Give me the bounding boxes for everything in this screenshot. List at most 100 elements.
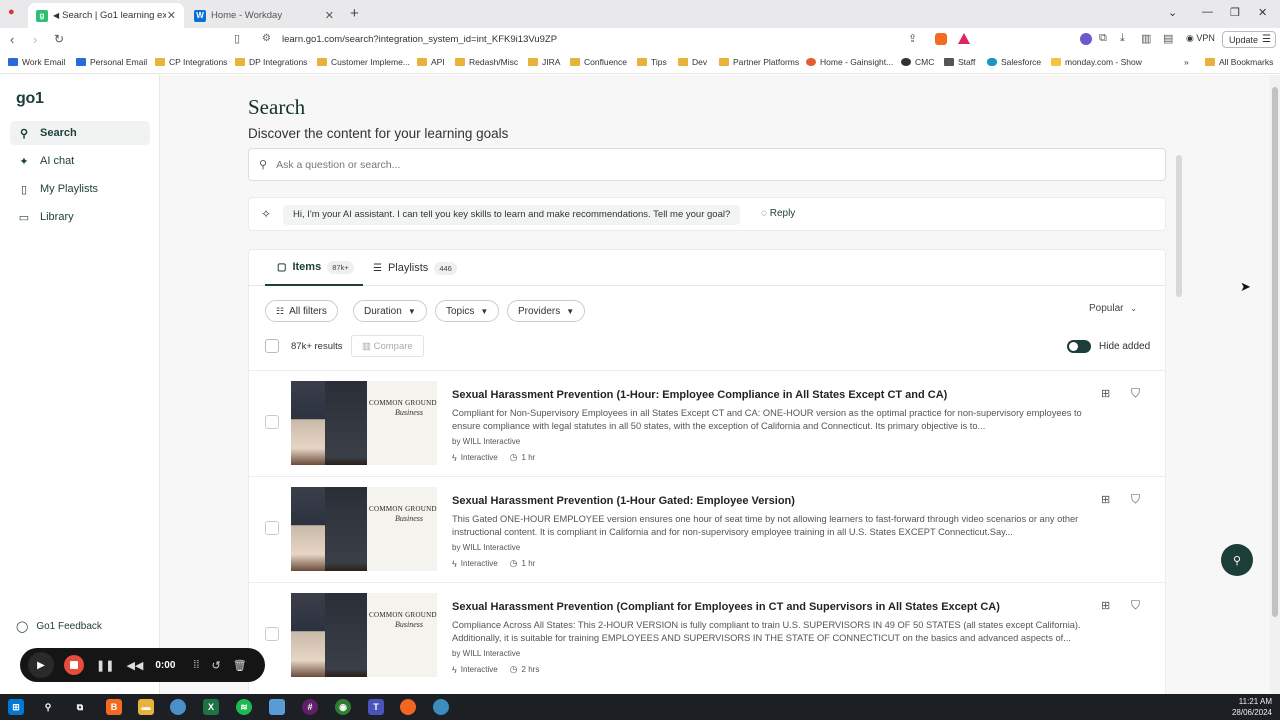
back-icon[interactable]: ‹	[10, 32, 14, 47]
bookmark-folder[interactable]: Tips	[637, 57, 667, 67]
course-thumbnail[interactable]: COMMON GROUND Business	[291, 593, 437, 677]
all-filters-button[interactable]: ☷ All filters	[265, 300, 338, 322]
app-icon[interactable]	[400, 699, 416, 715]
bookmark-monday[interactable]: monday.com - Show	[1051, 57, 1142, 67]
taskbar-clock[interactable]: 11:21 AM 28/06/2024	[1232, 696, 1272, 718]
file-explorer-icon[interactable]: ▬	[138, 699, 154, 715]
bookmark-folder[interactable]: JIRA	[528, 57, 560, 67]
bookmark-folder[interactable]: API	[417, 57, 445, 67]
bookmark-folder[interactable]: Redash/Misc	[455, 57, 518, 67]
app-icon[interactable]	[269, 699, 285, 715]
slack-icon[interactable]: #	[302, 699, 318, 715]
select-checkbox[interactable]	[265, 415, 279, 429]
minimize-icon[interactable]: —	[1202, 6, 1213, 18]
extensions-icon[interactable]: ⧉	[1099, 32, 1107, 45]
restart-icon[interactable]: ↺	[212, 659, 221, 672]
content-scrollbar[interactable]	[1176, 155, 1182, 297]
hide-added-toggle[interactable]	[1067, 340, 1091, 353]
new-tab-icon[interactable]: +	[350, 5, 359, 22]
bookmark-personal-email[interactable]: Personal Email	[76, 57, 147, 67]
forward-icon[interactable]: ›	[33, 32, 37, 47]
select-checkbox[interactable]	[265, 521, 279, 535]
providers-filter[interactable]: Providers ▼	[507, 300, 586, 322]
bookmark-staff[interactable]: Staff	[944, 57, 975, 67]
tab-playlists[interactable]: ☰ Playlists 446	[373, 250, 473, 286]
bookmark-icon[interactable]: ⛉	[1131, 598, 1140, 613]
tab-workday[interactable]: W Home - Workday ✕	[186, 3, 342, 28]
sidebar-item-ai-chat[interactable]: ✦ AI chat	[10, 149, 150, 173]
extension-icon[interactable]	[1080, 33, 1092, 45]
select-checkbox[interactable]	[265, 627, 279, 641]
bookmark-cmc[interactable]: CMC	[901, 57, 934, 67]
bookmark-icon[interactable]: ⛉	[1131, 386, 1140, 401]
more-bookmarks-icon[interactable]: »	[1184, 57, 1189, 67]
tab-go1-search[interactable]: g ◀ Search | Go1 learning experie ✕	[28, 3, 184, 28]
bookmark-work-email[interactable]: Work Email	[8, 57, 65, 67]
bookmark-folder[interactable]: CP Integrations	[155, 57, 227, 67]
sidebar-item-search[interactable]: ⚲ Search	[10, 121, 150, 145]
bookmark-folder[interactable]: Confluence	[570, 57, 627, 67]
result-title[interactable]: Sexual Harassment Prevention (Compliant …	[452, 601, 1000, 613]
task-view-icon[interactable]: ⧉	[72, 699, 88, 715]
duration-filter[interactable]: Duration ▼	[353, 300, 427, 322]
result-title[interactable]: Sexual Harassment Prevention (1-Hour Gat…	[452, 495, 795, 507]
close-tab-icon[interactable]: ✕	[325, 9, 334, 22]
spotify-icon[interactable]: ≋	[236, 699, 252, 715]
share-icon[interactable]: ⇪	[908, 32, 917, 45]
bookmark-folder[interactable]: DP Integrations	[235, 57, 307, 67]
brave-icon[interactable]: B	[106, 699, 122, 715]
go1-logo[interactable]: go1	[16, 90, 44, 108]
excel-icon[interactable]: X	[203, 699, 219, 715]
reply-button[interactable]: ◌ Reply	[761, 208, 795, 219]
bookmark-page-icon[interactable]: ▯	[234, 32, 240, 45]
bookmark-gainsight[interactable]: Home - Gainsight...	[806, 57, 893, 67]
update-button[interactable]: Update ☰	[1222, 31, 1276, 48]
sidebar-item-my-playlists[interactable]: ▯ My Playlists	[10, 177, 150, 201]
close-tab-icon[interactable]: ✕	[167, 9, 176, 22]
scrollbar-thumb[interactable]	[1272, 87, 1278, 617]
chrome-icon[interactable]: ◉	[335, 699, 351, 715]
bookmark-icon[interactable]: ⛉	[1131, 492, 1140, 507]
all-bookmarks[interactable]: All Bookmarks	[1205, 57, 1273, 67]
list-item[interactable]: COMMON GROUND Business Sexual Harassment…	[249, 476, 1165, 582]
brave-shields-icon[interactable]	[935, 33, 947, 45]
rewind-icon[interactable]: ◀◀	[126, 659, 143, 672]
search-input[interactable]: ⚲ Ask a question or search...	[248, 148, 1166, 181]
camera-icon[interactable]: ▶	[28, 652, 54, 678]
tab-search-icon[interactable]: ⌄	[1168, 6, 1177, 19]
teams-icon[interactable]: T	[368, 699, 384, 715]
select-all-checkbox[interactable]	[265, 339, 279, 353]
sort-dropdown[interactable]: Popular ⌄	[1089, 303, 1137, 314]
list-item[interactable]: COMMON GROUND Business Sexual Harassment…	[249, 370, 1165, 476]
result-title[interactable]: Sexual Harassment Prevention (1-Hour: Em…	[452, 389, 947, 401]
bookmark-folder[interactable]: Customer Impleme...	[317, 57, 410, 67]
course-thumbnail[interactable]: COMMON GROUND Business	[291, 381, 437, 465]
download-icon[interactable]: ⤓	[1120, 32, 1125, 45]
app-icon[interactable]	[433, 699, 449, 715]
list-item[interactable]: COMMON GROUND Business Sexual Harassment…	[249, 582, 1165, 688]
bookmark-folder[interactable]: Dev	[678, 57, 707, 67]
reload-icon[interactable]: ↻	[54, 32, 64, 46]
brave-rewards-icon[interactable]	[958, 33, 970, 44]
browser-menu-icon[interactable]: ●	[8, 6, 15, 18]
delete-icon[interactable]: 🗑	[233, 659, 247, 672]
page-scrollbar[interactable]	[1270, 75, 1280, 694]
pause-icon[interactable]: ❚❚	[96, 659, 114, 672]
search-icon[interactable]: ⚲	[40, 699, 56, 715]
stop-recording-button[interactable]	[64, 655, 84, 675]
wallet-icon[interactable]: ▤	[1163, 32, 1173, 45]
maximize-icon[interactable]: ❐	[1230, 6, 1240, 19]
compare-button[interactable]: ▥ Compare	[351, 335, 424, 357]
app-icon[interactable]	[170, 699, 186, 715]
add-to-playlist-icon[interactable]: ⊞	[1101, 599, 1110, 612]
grid-icon[interactable]: ⁞⁞	[193, 659, 199, 671]
sidebar-item-library[interactable]: ▭ Library	[10, 205, 150, 229]
url-field[interactable]: learn.go1.com/search?integration_system_…	[282, 34, 557, 45]
close-window-icon[interactable]: ✕	[1258, 6, 1267, 19]
bookmark-folder[interactable]: Partner Platforms	[719, 57, 799, 67]
sidebar-toggle-icon[interactable]: ▥	[1141, 32, 1151, 45]
add-to-playlist-icon[interactable]: ⊞	[1101, 493, 1110, 506]
tab-items[interactable]: ▢ Items 87k+	[265, 250, 363, 286]
feedback-link[interactable]: ◯ Go1 Feedback	[16, 620, 102, 633]
topics-filter[interactable]: Topics ▼	[435, 300, 500, 322]
